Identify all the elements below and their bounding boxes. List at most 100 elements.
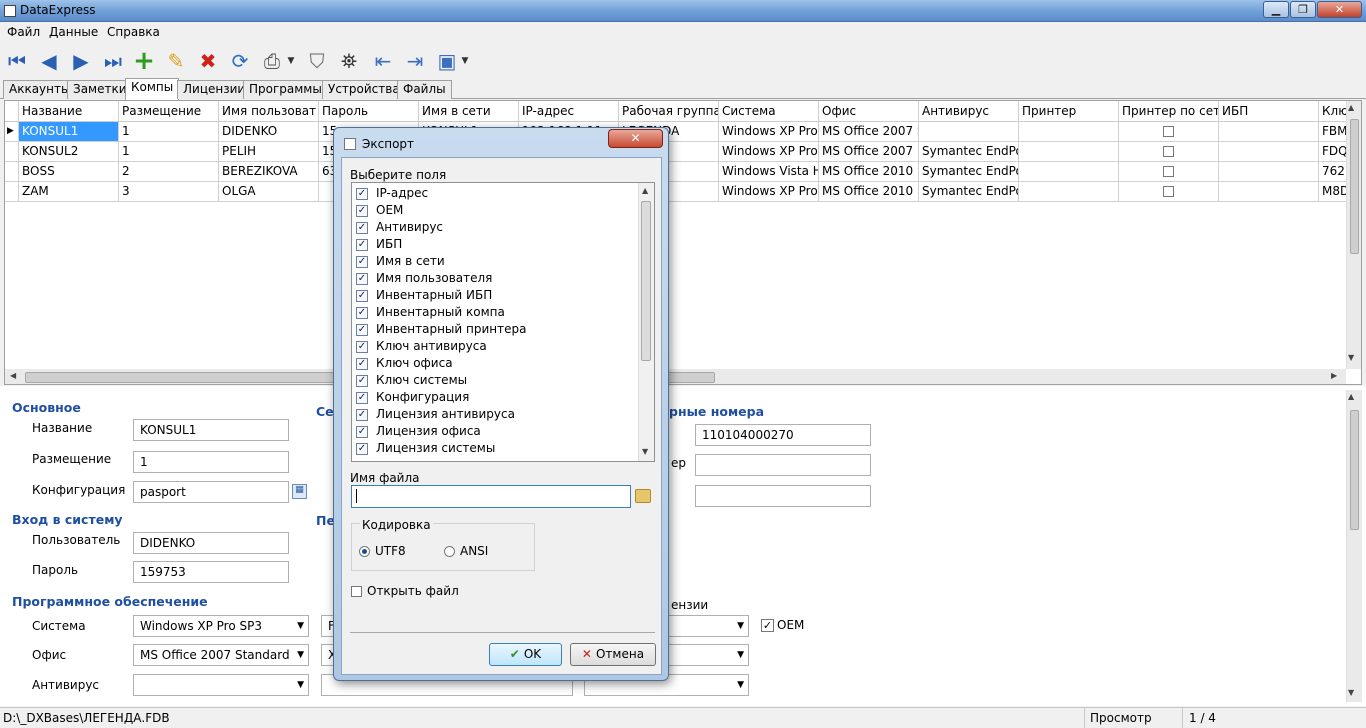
tab-licenses[interactable]: Лицензии — [177, 80, 252, 99]
placement-field[interactable]: 1 — [133, 451, 289, 473]
grid-horizontal-scrollbar[interactable]: ◀ ▶ — [5, 369, 1346, 384]
table-cell[interactable] — [1119, 162, 1219, 182]
table-cell[interactable]: Windows XP Pro S — [719, 142, 819, 162]
table-cell[interactable] — [1019, 182, 1119, 202]
table-cell[interactable] — [1019, 162, 1119, 182]
column-header[interactable]: Офис — [819, 101, 919, 122]
checkbox-checked-icon[interactable]: ✓ — [356, 289, 368, 302]
tab-devices[interactable]: Устройства — [322, 80, 406, 99]
table-cell[interactable]: MS Office 2007 Sta — [819, 122, 919, 142]
menu-help[interactable]: Справка — [107, 25, 160, 39]
column-header[interactable]: IP-адрес — [519, 101, 619, 122]
field-list-item[interactable]: ✓ Имя пользователя — [356, 270, 492, 287]
table-cell[interactable]: Symantec EndPoi — [919, 182, 1019, 202]
oem-checkbox[interactable]: ✓ — [761, 619, 774, 632]
row-indicator[interactable] — [5, 142, 19, 162]
user-field[interactable]: DIDENKO — [133, 532, 289, 554]
table-cell[interactable]: 762H — [1319, 162, 1349, 182]
cancel-button[interactable]: ✕ Отмена — [570, 643, 656, 666]
checkbox-icon[interactable] — [1163, 126, 1174, 137]
checkbox-checked-icon[interactable]: ✓ — [356, 357, 368, 370]
delete-icon[interactable]: ✖ — [195, 48, 221, 74]
tab-accounts[interactable]: Аккаунты — [3, 80, 77, 99]
table-cell[interactable]: BOSS — [19, 162, 119, 182]
table-cell[interactable]: FDQ — [1319, 142, 1349, 162]
table-cell[interactable]: MS Office 2010 Pr — [819, 162, 919, 182]
column-header[interactable]: Система — [719, 101, 819, 122]
refresh-icon[interactable]: ⟳ — [227, 48, 253, 74]
field-list-item[interactable]: ✓ Лицензия антивируса — [356, 406, 515, 423]
table-cell[interactable]: Windows XP Pro S — [719, 122, 819, 142]
tab-files[interactable]: Файлы — [397, 80, 452, 99]
field-list-item[interactable]: ✓ Инвентарный ИБП — [356, 287, 492, 304]
table-cell[interactable]: Symantec EndPoi — [919, 142, 1019, 162]
add-icon[interactable]: + — [131, 48, 157, 74]
checkbox-checked-icon[interactable]: ✓ — [356, 391, 368, 404]
column-header[interactable]: Принтер — [1019, 101, 1119, 122]
checkbox-icon[interactable] — [1163, 146, 1174, 157]
minimize-button[interactable]: ▁ — [1263, 1, 1289, 18]
checkbox-checked-icon[interactable]: ✓ — [356, 221, 368, 234]
checkbox-checked-icon[interactable]: ✓ — [356, 408, 368, 421]
checkbox-icon[interactable] — [1163, 186, 1174, 197]
name-field[interactable]: KONSUL1 — [133, 419, 289, 441]
export-icon[interactable]: ⇥ — [402, 48, 428, 74]
last-record-icon[interactable]: ⏭ — [100, 48, 126, 74]
close-button[interactable]: ✕ — [1317, 1, 1362, 18]
table-cell[interactable] — [919, 122, 1019, 142]
dialog-close-button[interactable]: ✕ — [608, 129, 663, 148]
table-cell[interactable]: MS Office 2007 En — [819, 142, 919, 162]
column-header[interactable]: Пароль — [319, 101, 419, 122]
import-icon[interactable]: ⇤ — [370, 48, 396, 74]
tab-computers[interactable]: Компы — [125, 78, 180, 100]
table-cell[interactable]: M8D — [1319, 182, 1349, 202]
field-list-item[interactable]: ✓ Ключ системы — [356, 372, 467, 389]
inventory-number-field[interactable]: 110104000270 — [695, 424, 871, 446]
table-cell[interactable] — [1119, 122, 1219, 142]
table-cell[interactable] — [1219, 182, 1319, 202]
table-cell[interactable]: 1 — [119, 142, 219, 162]
prev-record-icon[interactable]: ◀ — [36, 48, 62, 74]
field-list-item[interactable]: ✓ Лицензия системы — [356, 440, 495, 457]
utf8-radio[interactable]: UTF8 — [359, 544, 406, 558]
password-field[interactable]: 159753 — [133, 561, 289, 583]
fields-list[interactable]: ▲ ▼ ✓ IP-адрес ✓ OEM ✓ Антивирус ✓ ИБП ✓ Имя в се… — [351, 182, 655, 462]
next-record-icon[interactable]: ▶ — [68, 48, 94, 74]
column-header[interactable]: Имя пользоват — [219, 101, 319, 122]
row-indicator[interactable] — [5, 182, 19, 202]
checkbox-checked-icon[interactable]: ✓ — [356, 442, 368, 455]
field-list-item[interactable]: ✓ Антивирус — [356, 219, 443, 236]
column-header[interactable]: Рабочая группа — [619, 101, 719, 122]
checkbox-checked-icon[interactable]: ✓ — [356, 238, 368, 251]
table-cell[interactable]: BEREZIKOVA — [219, 162, 319, 182]
row-indicator[interactable] — [5, 162, 19, 182]
field-list-item[interactable]: ✓ Лицензия офиса — [356, 423, 481, 440]
table-cell[interactable]: OLGA — [219, 182, 319, 202]
form-vertical-scrollbar[interactable]: ▲ ▼ — [1346, 390, 1362, 702]
checkbox-checked-icon[interactable]: ✓ — [356, 306, 368, 319]
table-cell[interactable]: Windows XP Pro S — [719, 182, 819, 202]
table-cell[interactable]: KONSUL1 — [19, 122, 119, 142]
fields-list-scrollbar[interactable]: ▲ ▼ — [638, 183, 654, 461]
print-dropdown-icon[interactable]: ▼ — [285, 48, 297, 74]
print-icon[interactable]: ⎙ — [259, 48, 285, 74]
first-record-icon[interactable]: ⏮ — [4, 48, 30, 74]
table-cell[interactable]: FBM — [1319, 122, 1349, 142]
table-cell[interactable]: PELIH — [219, 142, 319, 162]
checkbox-checked-icon[interactable]: ✓ — [356, 323, 368, 336]
maximize-button[interactable]: ❐ — [1290, 1, 1316, 18]
field-list-item[interactable]: ✓ Имя в сети — [356, 253, 445, 270]
table-cell[interactable]: 2 — [119, 162, 219, 182]
binoculars-icon[interactable]: ⛯ — [336, 48, 362, 74]
field-list-item[interactable]: ✓ Инвентарный компа — [356, 304, 505, 321]
filter-icon[interactable]: ⛉ — [304, 48, 330, 74]
checkbox-checked-icon[interactable]: ✓ — [356, 374, 368, 387]
field-list-item[interactable]: ✓ Конфигурация — [356, 389, 469, 406]
edit-pencil-icon[interactable]: ✎ — [163, 48, 189, 74]
license-key-combo-1[interactable]: ▼ — [669, 615, 749, 637]
config-field[interactable]: pasport — [133, 481, 289, 503]
table-cell[interactable]: 1 — [119, 122, 219, 142]
field-list-item[interactable]: ✓ ИБП — [356, 236, 402, 253]
table-cell[interactable] — [1019, 142, 1119, 162]
checkbox-checked-icon[interactable]: ✓ — [356, 204, 368, 217]
